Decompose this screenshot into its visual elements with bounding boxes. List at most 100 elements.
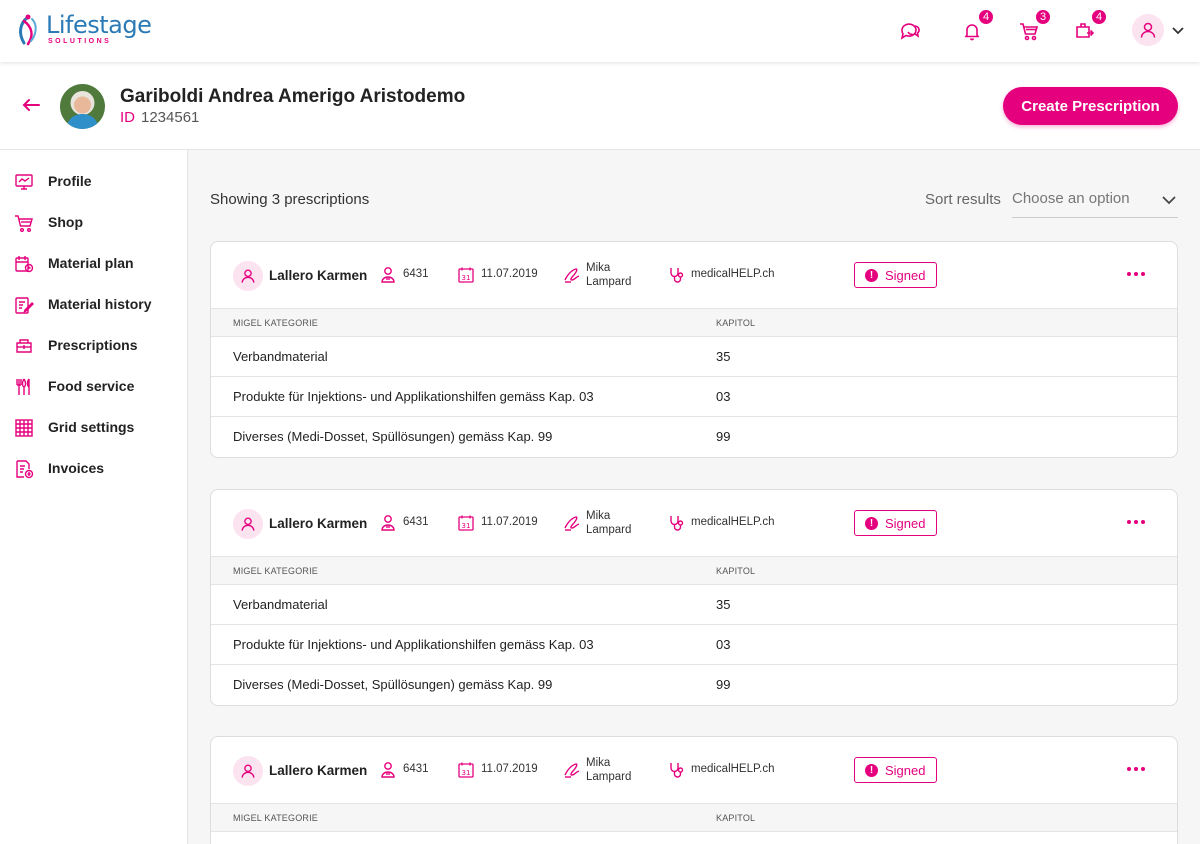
column-header-category: MIGEL KATEGORIE (233, 566, 319, 576)
table-header: MIGEL KATEGORIE KAPITOL (211, 557, 1177, 585)
table-row[interactable]: Verbandmaterial 35 (211, 337, 1177, 377)
more-options-button[interactable] (1126, 264, 1146, 284)
brand-sub: SOLUTIONS (48, 38, 112, 45)
sort-select-value: Choose an option (1012, 190, 1130, 207)
table-row[interactable]: Produkte für Injektions- und Applikation… (211, 377, 1177, 417)
alert-icon: ! (865, 269, 878, 282)
patient-number-icon (380, 761, 396, 779)
more-options-button[interactable] (1126, 759, 1146, 779)
sidebar-item-grid-settings[interactable]: Grid settings (0, 409, 188, 445)
organization: medicalHELP.ch (691, 516, 775, 528)
chat-button[interactable] (897, 18, 923, 44)
sort-select[interactable]: Choose an option (1012, 182, 1178, 218)
table-header: MIGEL KATEGORIE KAPITOL (211, 309, 1177, 337)
sidebar-item-prescriptions[interactable]: Prescriptions (0, 327, 188, 363)
svg-text:31: 31 (462, 769, 471, 777)
table-row[interactable]: Produkte für Injektions- und Applikation… (211, 625, 1177, 665)
user-avatar (1132, 14, 1164, 46)
column-header-chapter: KAPITOL (716, 318, 756, 328)
sidebar-item-invoices[interactable]: Invoices (0, 450, 188, 486)
doctor-first-name: Mika (586, 262, 611, 274)
delivery-button[interactable]: 4 (1072, 8, 1108, 44)
prescription-card-header: Lallero Karmen 6431 31 11.07.2019 Mika La… (211, 490, 1177, 557)
status-badge: ! Signed (854, 757, 937, 783)
chapter-cell: 35 (716, 597, 731, 612)
category-cell: Produkte für Injektions- und Applikation… (233, 637, 594, 652)
sidebar-item-label: Profile (48, 173, 92, 189)
doctor-name: Mika Lampard (586, 261, 631, 289)
monitor-icon (15, 174, 33, 190)
delivery-badge: 4 (1090, 8, 1108, 26)
prescription-icon (16, 339, 32, 353)
prescription-card[interactable]: Lallero Karmen 6431 31 11.07.2019 Mika La… (210, 489, 1178, 706)
back-button[interactable] (18, 92, 44, 118)
stethoscope-icon (668, 266, 686, 284)
sidebar-item-label: Material history (48, 296, 152, 312)
table-row[interactable]: Diverses (Medi-Dosset, Spüllösungen) gem… (211, 665, 1177, 705)
category-cell: Diverses (Medi-Dosset, Spüllösungen) gem… (233, 429, 553, 444)
column-header-chapter: KAPITOL (716, 566, 756, 576)
column-header-category: MIGEL KATEGORIE (233, 318, 319, 328)
calendar-icon: 31 (457, 514, 475, 532)
user-icon (241, 517, 255, 531)
organization: medicalHELP.ch (691, 268, 775, 280)
prescription-card[interactable]: Lallero Karmen 6431 31 11.07.2019 Mika La… (210, 241, 1178, 458)
patient-number: 6431 (403, 268, 429, 280)
cart-button[interactable]: 3 (1016, 8, 1052, 44)
status-badge: ! Signed (854, 262, 937, 288)
notifications-button[interactable]: 4 (959, 8, 995, 44)
grid-icon (15, 419, 33, 437)
svg-text:31: 31 (462, 522, 471, 530)
more-horizontal-icon (1127, 272, 1145, 276)
more-options-button[interactable] (1126, 512, 1146, 532)
calendar-icon: 31 (457, 761, 475, 779)
sidebar-item-profile[interactable]: Profile (0, 163, 188, 199)
cart-badge: 3 (1034, 8, 1052, 26)
table-header: MIGEL KATEGORIE KAPITOL (211, 804, 1177, 832)
status-badge: ! Signed (854, 510, 937, 536)
patient-number: 6431 (403, 763, 429, 775)
edit-list-icon (15, 297, 34, 314)
person-avatar (233, 509, 263, 539)
sidebar-item-shop[interactable]: Shop (0, 204, 188, 240)
status-label: Signed (885, 516, 926, 531)
calendar-plan-icon (15, 256, 34, 273)
sidebar: Profile Shop Material plan Material hist… (0, 150, 188, 844)
table-row[interactable]: Diverses (Medi-Dosset, Spüllösungen) gem… (211, 417, 1177, 457)
arrow-left-icon (22, 99, 40, 111)
column-header-category: MIGEL KATEGORIE (233, 813, 319, 823)
signature-icon (563, 266, 581, 284)
doctor-name: Mika Lampard (586, 509, 631, 537)
patient-number-icon (380, 266, 396, 284)
chevron-down-icon (1162, 196, 1176, 205)
chapter-cell: 35 (716, 349, 731, 364)
person-name: Lallero Karmen (269, 516, 368, 531)
svg-text:31: 31 (462, 274, 471, 282)
notifications-badge: 4 (977, 8, 995, 26)
category-cell: Diverses (Medi-Dosset, Spüllösungen) gem… (233, 677, 553, 692)
create-prescription-button[interactable]: Create Prescription (1003, 87, 1178, 125)
sidebar-item-food-service[interactable]: Food service (0, 368, 188, 404)
person-avatar (233, 261, 263, 291)
prescription-card-header: Lallero Karmen 6431 31 11.07.2019 Mika La… (211, 737, 1177, 804)
patient-header: Gariboldi Andrea Amerigo Aristodemo ID 12… (0, 62, 1200, 150)
table-row[interactable]: Verbandmaterial 35 (211, 585, 1177, 625)
chapter-cell: 99 (716, 429, 731, 444)
calendar-icon: 31 (457, 266, 475, 284)
sidebar-item-material-history[interactable]: Material history (0, 286, 188, 322)
category-cell: Verbandmaterial (233, 597, 328, 612)
category-cell: Produkte für Injektions- und Applikation… (233, 389, 594, 404)
cutlery-icon (16, 378, 30, 395)
chapter-cell: 03 (716, 637, 731, 652)
sort-label: Sort results (925, 191, 1001, 208)
prescription-card[interactable]: Lallero Karmen 6431 31 11.07.2019 Mika La… (210, 736, 1178, 844)
column-header-chapter: KAPITOL (716, 813, 756, 823)
doctor-name: Mika Lampard (586, 756, 631, 784)
top-bar: Lifestage SOLUTIONS 4 3 4 (0, 0, 1200, 62)
sidebar-item-material-plan[interactable]: Material plan (0, 245, 188, 281)
brand-logo[interactable]: Lifestage SOLUTIONS (14, 13, 152, 47)
doctor-first-name: Mika (586, 757, 611, 769)
user-menu[interactable] (1132, 14, 1186, 46)
prescription-date: 11.07.2019 (481, 268, 538, 280)
patient-name: Gariboldi Andrea Amerigo Aristodemo (120, 86, 466, 107)
